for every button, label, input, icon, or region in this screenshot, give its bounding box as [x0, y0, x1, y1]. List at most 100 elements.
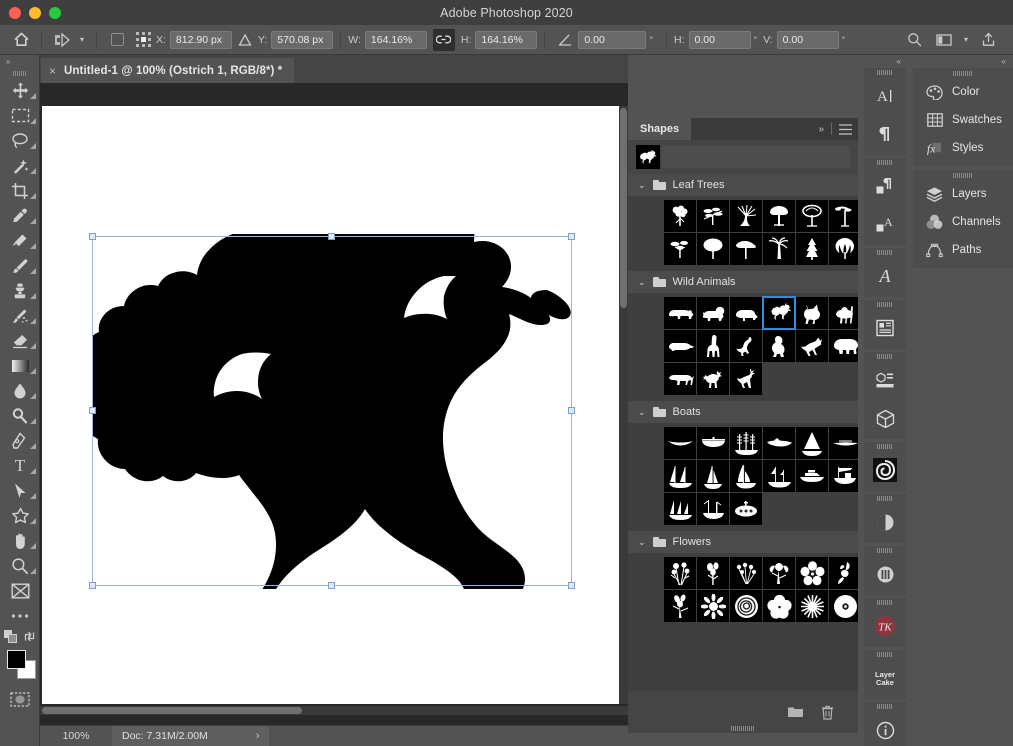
shapes-list[interactable]: ⌄ Leaf Trees ⌄ [628, 174, 858, 691]
3d-object-panel-icon[interactable] [864, 399, 906, 437]
crop-tool[interactable] [0, 178, 40, 203]
hand-tool[interactable] [0, 528, 40, 553]
zoom-level[interactable]: 100% [40, 730, 112, 742]
shape-animal-fox[interactable] [796, 297, 828, 329]
chevron-down-icon[interactable]: ▾ [75, 29, 89, 51]
chevron-down-icon[interactable]: ⌄ [638, 180, 646, 191]
shape-animal-gorilla[interactable] [763, 330, 795, 362]
layer-cake-panel-icon[interactable]: LayerCake [864, 659, 906, 697]
tab-shapes[interactable]: Shapes [628, 118, 691, 140]
chevron-down-icon[interactable]: ⌄ [638, 277, 646, 288]
shape-boat-ketch[interactable] [763, 460, 795, 492]
zoom-tool[interactable] [0, 553, 40, 578]
height-field[interactable]: 164.16% [475, 31, 537, 49]
shape-tree-conifer[interactable] [796, 233, 828, 265]
shape-boat-kayak[interactable] [829, 427, 858, 459]
artboard[interactable] [42, 106, 628, 704]
rail-grip[interactable] [864, 546, 906, 555]
skew-h-field[interactable]: 0.00 [689, 31, 751, 49]
shape-boat-yacht[interactable] [730, 460, 762, 492]
shape-flower-aster[interactable] [697, 590, 729, 622]
shape-animal-moose[interactable] [697, 363, 729, 395]
shape-boat-cruiser[interactable] [796, 460, 828, 492]
shape-animal-bear[interactable] [664, 297, 696, 329]
shape-boat-trawler[interactable] [829, 460, 858, 492]
search-icon[interactable] [901, 29, 927, 51]
shape-tree-round-crown[interactable] [796, 200, 828, 232]
edit-toolbar-ellipsis-icon[interactable] [0, 603, 40, 628]
move-tool[interactable] [0, 78, 40, 103]
brush-tool[interactable] [0, 253, 40, 278]
shape-flower-daisy-cluster[interactable] [664, 557, 696, 589]
chevron-down-icon[interactable]: ⌄ [638, 537, 646, 548]
history-brush-tool[interactable] [0, 303, 40, 328]
handle-bottom-center[interactable] [328, 582, 335, 589]
shape-flower-carnation[interactable] [829, 590, 858, 622]
tk-panel-icon[interactable]: TK [864, 607, 906, 645]
shape-animal-kangaroo[interactable] [730, 330, 762, 362]
shape-boat-sailboat[interactable] [796, 427, 828, 459]
type-tool[interactable]: T [0, 453, 40, 478]
double-chevron-left-icon[interactable]: « [864, 55, 906, 68]
shape-tree-blossom[interactable] [664, 200, 696, 232]
panel-tab-channels[interactable]: Channels [913, 208, 1013, 236]
shape-group-flowers[interactable]: ⌄ Flowers [628, 531, 858, 553]
shape-flower-rose[interactable] [730, 590, 762, 622]
shape-tree-windswept[interactable] [730, 233, 762, 265]
paragraph-panel-icon[interactable] [864, 115, 906, 153]
hamburger-menu-icon[interactable] [839, 124, 852, 135]
shape-flower-sunburst[interactable] [796, 590, 828, 622]
shape-animal-deer-leaping[interactable] [796, 330, 828, 362]
shape-flower-lily[interactable] [763, 557, 795, 589]
trash-icon[interactable] [821, 705, 834, 720]
panel-grip[interactable] [0, 68, 39, 78]
color-swatches[interactable] [0, 644, 40, 688]
panel-tab-swatches[interactable]: Swatches [913, 106, 1013, 134]
shape-boat-speedboat[interactable] [763, 427, 795, 459]
rail-grip[interactable] [864, 650, 906, 659]
move-tool-icon[interactable] [49, 29, 75, 51]
shape-boat-sloop[interactable] [697, 460, 729, 492]
shape-animal-ostrich[interactable] [763, 297, 795, 329]
dodge-tool[interactable] [0, 403, 40, 428]
shape-group-wild-animals[interactable]: ⌄ Wild Animals [628, 271, 858, 293]
default-colors-icon[interactable] [4, 630, 17, 643]
handle-bottom-left[interactable] [89, 582, 96, 589]
quick-mask-icon[interactable] [0, 688, 40, 710]
shape-boat-rowboat[interactable] [697, 427, 729, 459]
double-chevron-right-icon[interactable]: » [818, 124, 824, 135]
transform-selection-box[interactable] [92, 236, 572, 586]
shape-flower-orchid[interactable] [664, 590, 696, 622]
handle-mid-left[interactable] [89, 407, 96, 414]
swap-colors-icon[interactable] [23, 630, 36, 643]
rail-grip[interactable] [864, 702, 906, 711]
frame-tool[interactable] [0, 578, 40, 603]
shape-flower-iris[interactable] [829, 557, 858, 589]
adjustments-panel-icon[interactable] [864, 503, 906, 541]
panel-tab-paths[interactable]: Paths [913, 236, 1013, 264]
home-icon[interactable] [8, 29, 34, 51]
expand-panel-icon[interactable]: » [0, 55, 39, 68]
info-panel-icon[interactable] [864, 711, 906, 746]
handle-top-center[interactable] [328, 233, 335, 240]
shape-flower-forget-me-not[interactable] [730, 557, 762, 589]
shape-flower-bellflower[interactable] [697, 557, 729, 589]
document-tab[interactable]: × Untitled-1 @ 100% (Ostrich 1, RGB/8*) … [41, 58, 294, 83]
character-panel-icon[interactable]: A [864, 77, 906, 115]
canvas-horizontal-scrollbar[interactable] [40, 706, 628, 715]
shape-flower-five-petal[interactable] [796, 557, 828, 589]
pen-tool[interactable] [0, 428, 40, 453]
close-icon[interactable]: × [49, 65, 56, 77]
rotate-field[interactable]: 0.00 [578, 31, 646, 49]
shape-group-leaf-trees[interactable]: ⌄ Leaf Trees [628, 174, 858, 196]
status-expand-arrow-icon[interactable]: › [256, 730, 260, 742]
shape-tree-sparse[interactable] [664, 233, 696, 265]
canvas-area[interactable] [40, 83, 628, 725]
clone-stamp-tool[interactable] [0, 278, 40, 303]
actions-panel-icon[interactable] [864, 451, 906, 489]
3d-panel-icon[interactable] [864, 361, 906, 399]
shape-tree-palm[interactable] [763, 233, 795, 265]
width-field[interactable]: 164.16% [365, 31, 427, 49]
rail-grip[interactable] [864, 442, 906, 451]
shape-tree-mushroom-canopy[interactable] [763, 200, 795, 232]
